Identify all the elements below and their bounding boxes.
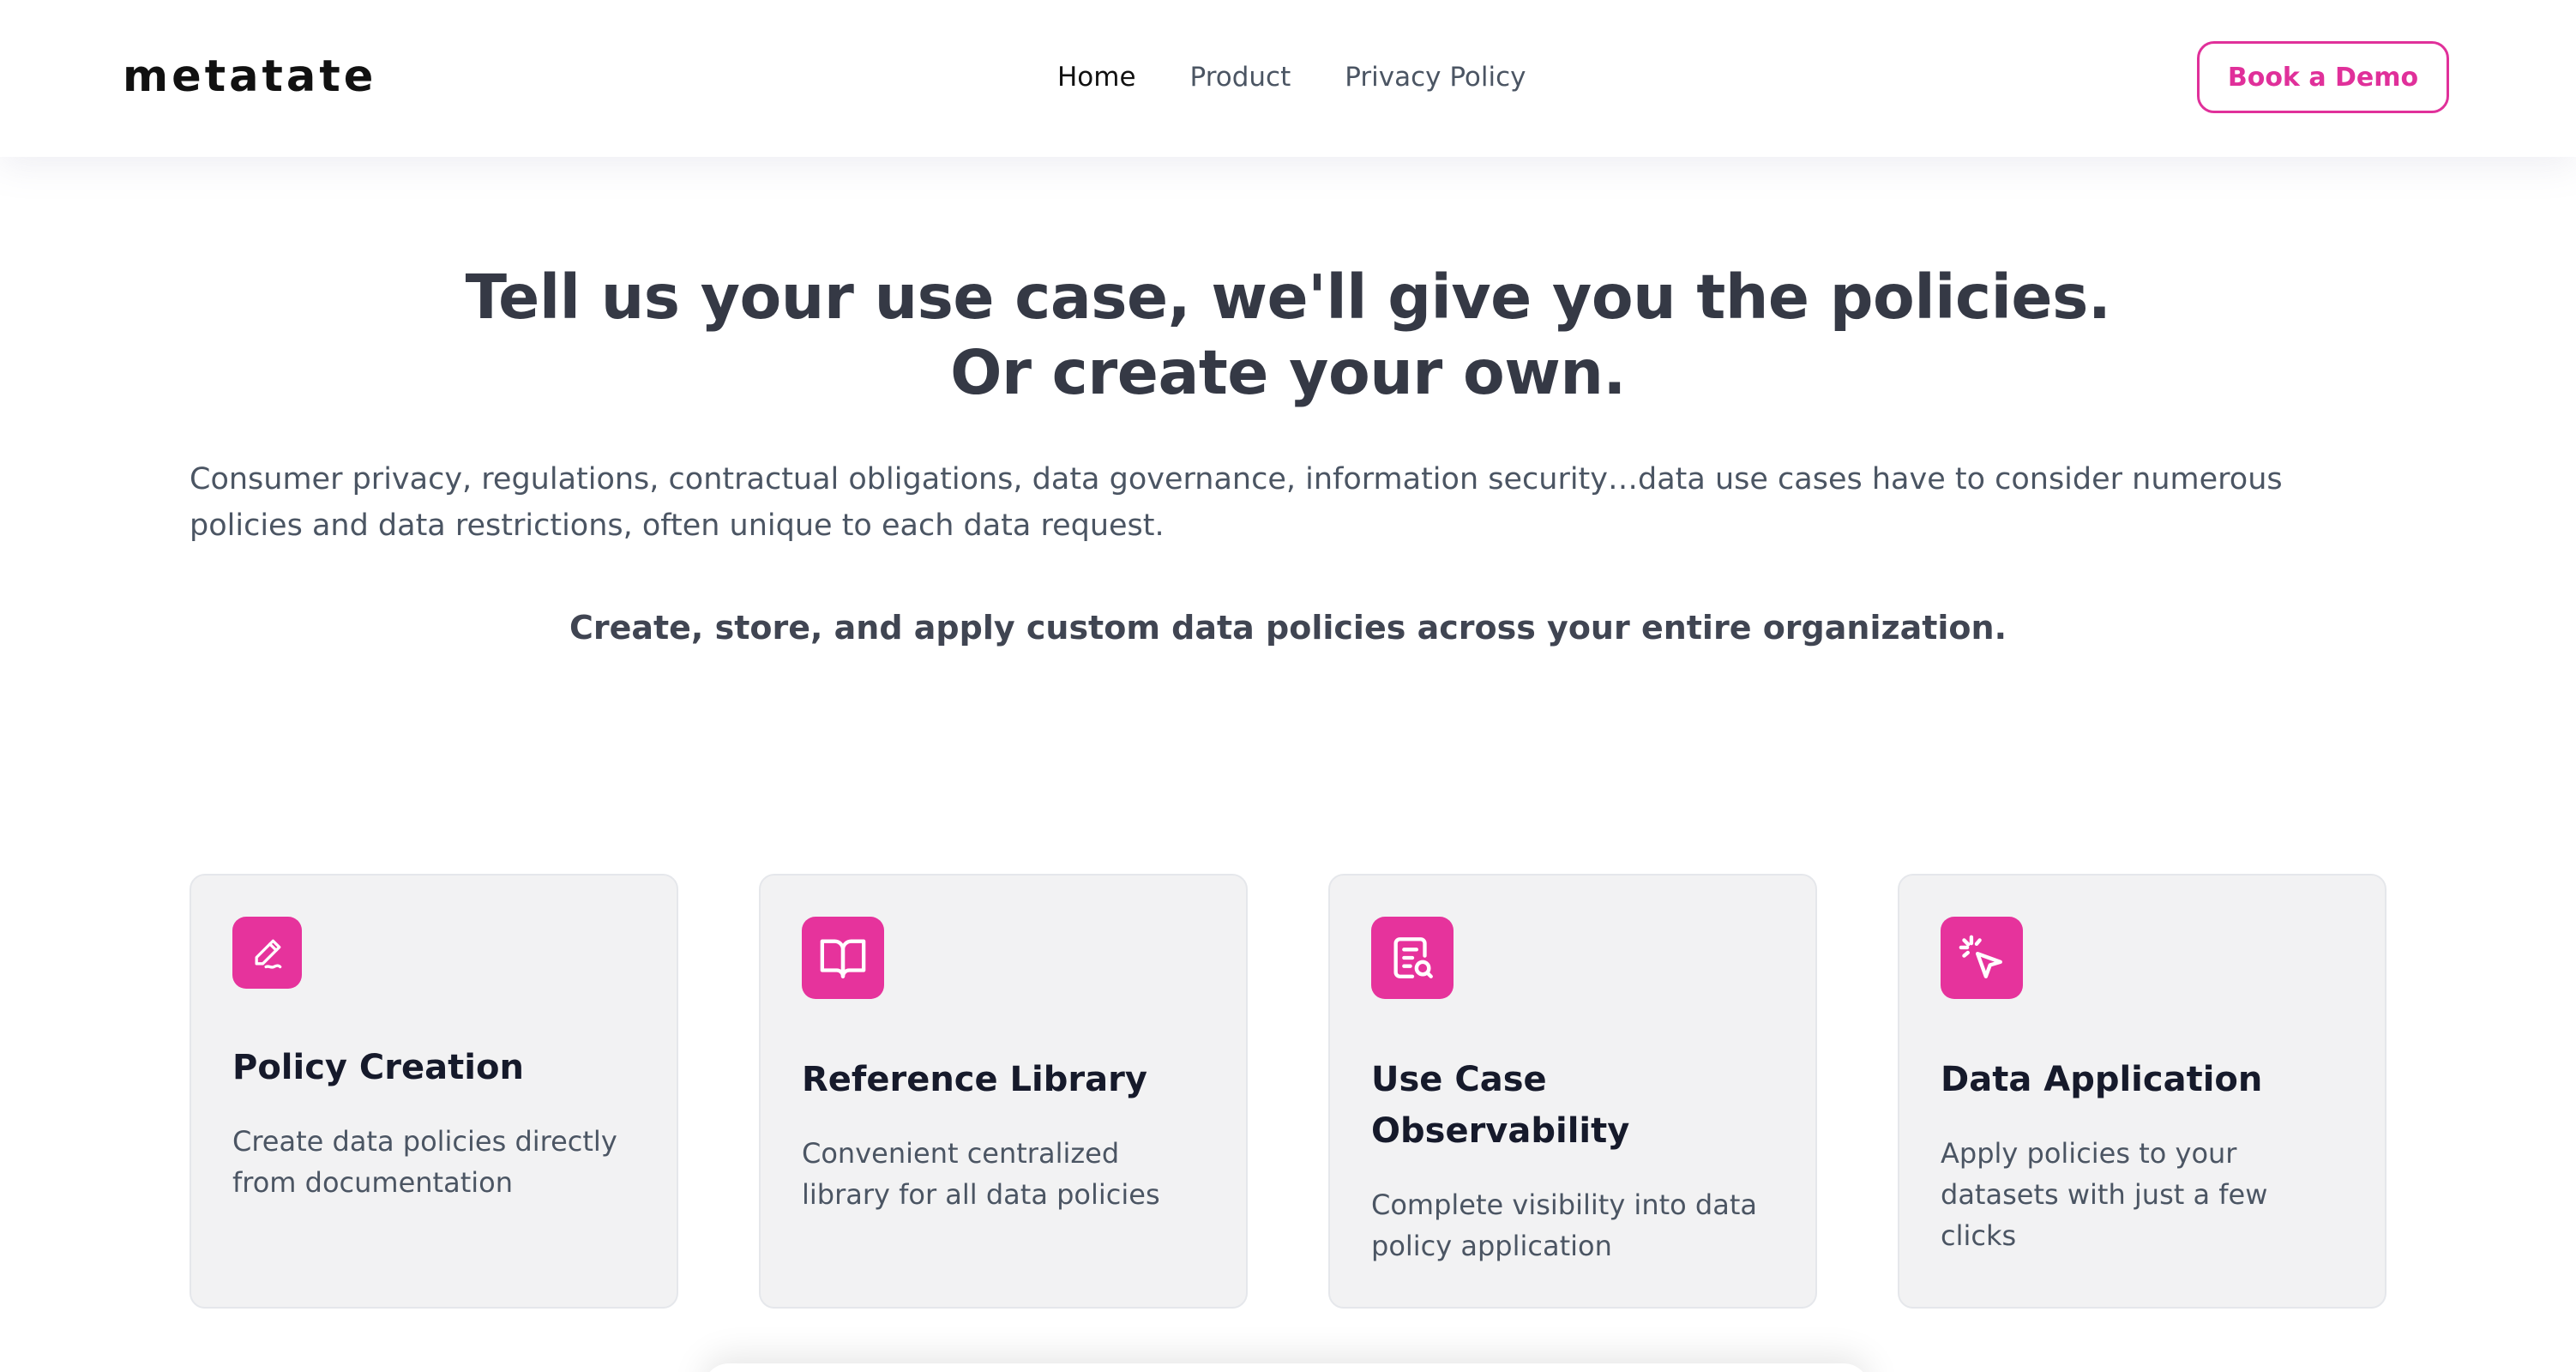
feature-title: Policy Creation [232, 1048, 524, 1087]
pen-icon [232, 917, 302, 989]
feature-title: Reference Library [802, 1060, 1147, 1099]
hero-title: Tell us your use case, we'll give you th… [172, 260, 2404, 411]
logo[interactable]: metatate [123, 50, 376, 105]
book-demo-button[interactable]: Book a Demo [2197, 41, 2449, 113]
file-search-icon [1371, 917, 1454, 999]
book-open-icon [802, 917, 884, 999]
feature-card-reference-library: Reference Library Convenient centralized… [759, 874, 1248, 1309]
next-section-edge [703, 1363, 1869, 1372]
feature-card-policy-creation: Policy Creation Create data policies dir… [190, 874, 678, 1309]
cursor-click-icon [1941, 917, 2023, 999]
hero-title-line-1: Tell us your use case, we'll give you th… [465, 262, 2111, 333]
main-nav: Home Product Privacy Policy [1057, 57, 1526, 98]
hero-title-line-2: Or create your own. [950, 337, 1626, 408]
nav-link-product[interactable]: Product [1190, 57, 1291, 98]
feature-description: Convenient centralized library for all d… [802, 1137, 1160, 1211]
hero-description: Consumer privacy, regulations, contractu… [190, 462, 2283, 543]
feature-title: Use Case Observability [1371, 1060, 1630, 1151]
feature-card-data-application: Data Application Apply policies to your … [1898, 874, 2386, 1309]
feature-title: Data Application [1941, 1060, 2263, 1099]
feature-description: Apply policies to your datasets with jus… [1941, 1137, 2268, 1252]
feature-card-use-case-observability: Use Case Observability Complete visibili… [1328, 874, 1817, 1309]
top-navbar: metatate Home Product Privacy Policy Boo… [0, 0, 2576, 157]
nav-link-home[interactable]: Home [1057, 57, 1136, 98]
nav-link-privacy-policy[interactable]: Privacy Policy [1345, 57, 1526, 98]
feature-description: Create data policies directly from docum… [232, 1125, 617, 1199]
feature-description: Complete visibility into data policy app… [1371, 1188, 1757, 1262]
hero-subheading: Create, store, and apply custom data pol… [569, 609, 2007, 647]
